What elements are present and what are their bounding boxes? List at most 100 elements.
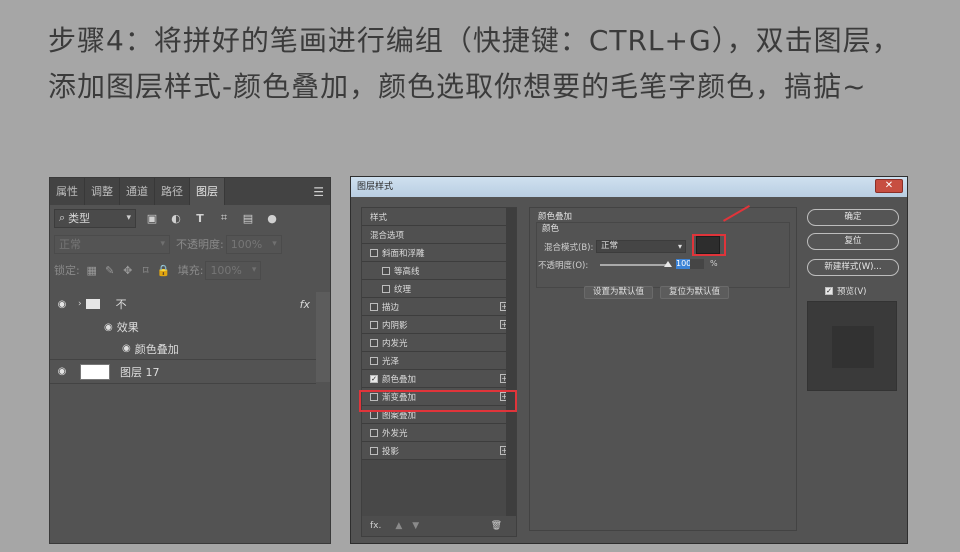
checkbox[interactable] <box>370 320 378 329</box>
ok-button[interactable]: 确定 <box>807 209 899 226</box>
new-style-button[interactable]: 新建样式(W)... <box>807 259 899 276</box>
close-button[interactable]: ✕ <box>875 179 903 193</box>
effect-row-color-overlay[interactable]: ◉ 颜色叠加 <box>50 338 316 360</box>
lock-transparent-icon[interactable]: ▦ <box>84 263 100 277</box>
highlight-color-overlay <box>359 390 517 412</box>
checkbox[interactable] <box>370 338 378 347</box>
layers-list: ◉ › 不 fx ◉ 效果 ◉ 颜色叠加 ◉ 图层 17 <box>50 292 316 384</box>
style-list-toolbar: fx. ▲ ▼ 🗑 <box>362 516 516 536</box>
reset-button[interactable]: 复位 <box>807 233 899 250</box>
filter-type-label: 类型 <box>68 212 91 225</box>
section-title: 颜色叠加 <box>538 212 573 222</box>
eye-icon[interactable]: ◉ <box>122 343 131 354</box>
tab-layers[interactable]: 图层 <box>190 178 225 205</box>
tab-properties[interactable]: 属性 <box>50 178 85 205</box>
lock-artboard-icon[interactable]: ⌑ <box>138 263 154 277</box>
lock-position-icon[interactable]: ✥ <box>120 263 136 277</box>
smart-object-filter-icon[interactable]: ▤ <box>240 211 256 225</box>
checkbox[interactable] <box>382 266 390 275</box>
checkbox-check-icon[interactable]: ✓ <box>825 287 833 295</box>
opacity-field[interactable]: 100% ▾ <box>225 234 282 254</box>
style-list-item[interactable]: 外发光 <box>362 424 516 442</box>
layer-row-17[interactable]: ◉ 图层 17 <box>50 360 316 384</box>
chevron-down-icon: ▾ <box>160 238 165 249</box>
eye-icon[interactable]: ◉ <box>50 366 74 377</box>
pixel-filter-icon[interactable]: ▣ <box>144 211 160 225</box>
style-list-item[interactable]: 光泽 <box>362 352 516 370</box>
style-list-item[interactable]: 混合选项 <box>362 226 516 244</box>
style-list-item[interactable]: 内发光 <box>362 334 516 352</box>
style-preview-swatch <box>832 326 874 368</box>
move-up-icon[interactable]: ▲ <box>395 521 402 531</box>
blend-mode-select[interactable]: 正常 ▾ <box>596 240 686 253</box>
fx-menu-button[interactable]: fx. <box>370 521 381 531</box>
adjustment-filter-icon[interactable]: ◐ <box>168 211 184 225</box>
tab-channels[interactable]: 通道 <box>120 178 155 205</box>
move-down-icon[interactable]: ▼ <box>412 521 419 531</box>
style-list-item[interactable]: 斜面和浮雕 <box>362 244 516 262</box>
effects-row[interactable]: ◉ 效果 <box>50 316 316 338</box>
reset-default-button[interactable]: 复位为默认值 <box>660 286 730 299</box>
checkbox[interactable] <box>370 428 378 437</box>
dialog-titlebar[interactable]: 图层样式 ✕ <box>351 177 907 197</box>
eye-icon[interactable]: ◉ <box>50 299 74 310</box>
panel-tabs: 属性 调整 通道 路径 图层 ☰ <box>50 178 330 205</box>
blend-mode-select[interactable]: 正常 ▾ <box>54 234 170 254</box>
style-list-item[interactable]: 描边 + <box>362 298 516 316</box>
style-item-label: 等高线 <box>394 266 420 277</box>
lock-label: 锁定: <box>54 264 80 277</box>
filter-row: ⌕ 类型 ▾ ▣ ◐ T ⌗ ▤ ● <box>50 205 330 231</box>
fill-field[interactable]: 100% ▾ <box>205 260 262 280</box>
opacity-input[interactable]: 100 <box>676 259 691 269</box>
layer-row-group[interactable]: ◉ › 不 fx <box>50 292 316 316</box>
type-filter-icon[interactable]: T <box>192 211 208 225</box>
blend-mode-label: 混合模式(B): <box>544 243 594 253</box>
style-list-item[interactable]: 样式 <box>362 208 516 226</box>
opacity-slider-knob[interactable] <box>664 261 672 267</box>
checkbox[interactable] <box>370 356 378 365</box>
filter-type-select[interactable]: ⌕ 类型 ▾ <box>54 208 136 228</box>
style-list-item[interactable]: ✓ 颜色叠加 + <box>362 370 516 388</box>
layer-name: 图层 17 <box>120 365 160 379</box>
dialog-title: 图层样式 <box>357 182 394 192</box>
checkbox[interactable]: ✓ <box>370 374 378 383</box>
panel-menu-icon[interactable]: ☰ <box>313 185 324 199</box>
chevron-right-icon[interactable]: › <box>78 299 82 309</box>
dialog-body: 样式 混合选项 斜面和浮雕 等高线 纹理 描边 + 内阴影 + 内发光 光泽 ✓ 颜色叠加 + 渐变叠加 + 图… <box>357 203 901 537</box>
checkbox[interactable] <box>370 302 378 311</box>
style-list-scrollbar[interactable] <box>506 208 516 536</box>
layers-scrollbar[interactable] <box>316 292 330 382</box>
style-item-label: 外发光 <box>382 428 408 439</box>
style-list-item[interactable]: 内阴影 + <box>362 316 516 334</box>
blend-mode-value: 正常 <box>59 238 81 251</box>
style-list-item[interactable]: 投影 + <box>362 442 516 460</box>
style-items: 样式 混合选项 斜面和浮雕 等高线 纹理 描边 + 内阴影 + 内发光 光泽 ✓ 颜色叠加 + 渐变叠加 + 图… <box>362 208 516 460</box>
fx-badge[interactable]: fx <box>300 298 310 311</box>
opacity-input-box[interactable] <box>690 259 704 269</box>
checkbox[interactable] <box>370 446 378 455</box>
trash-icon[interactable]: 🗑 <box>491 521 502 531</box>
layer-thumbnail <box>80 363 110 380</box>
folder-icon <box>85 299 100 309</box>
tab-adjustments[interactable]: 调整 <box>85 178 120 205</box>
opacity-slider[interactable] <box>600 264 666 266</box>
eye-icon[interactable]: ◉ <box>104 322 113 333</box>
tab-paths[interactable]: 路径 <box>155 178 190 205</box>
style-item-label: 投影 <box>382 446 400 457</box>
fill-label: 填充: <box>177 264 204 277</box>
shape-filter-icon[interactable]: ⌗ <box>216 211 232 225</box>
checkbox[interactable] <box>370 248 378 257</box>
preview-checkbox[interactable]: ✓ 预览(V) <box>825 285 866 297</box>
blend-mode-value: 正常 <box>601 241 619 251</box>
checkbox[interactable] <box>382 284 390 293</box>
set-default-button[interactable]: 设置为默认值 <box>584 286 654 299</box>
effect-label: 颜色叠加 <box>134 342 179 356</box>
lock-all-icon[interactable]: 🔒 <box>156 263 172 277</box>
style-list-item[interactable]: 等高线 <box>362 262 516 280</box>
instruction-text: 步骤4：将拼好的笔画进行编组（快捷键：CTRL+G），双击图层，添加图层样式-颜… <box>48 24 901 103</box>
lock-pixels-icon[interactable]: ✎ <box>102 263 118 277</box>
style-item-label: 内发光 <box>382 338 408 349</box>
style-list-item[interactable]: 纹理 <box>362 280 516 298</box>
filter-toggle-icon[interactable]: ● <box>264 211 280 225</box>
style-item-label: 混合选项 <box>370 230 405 241</box>
